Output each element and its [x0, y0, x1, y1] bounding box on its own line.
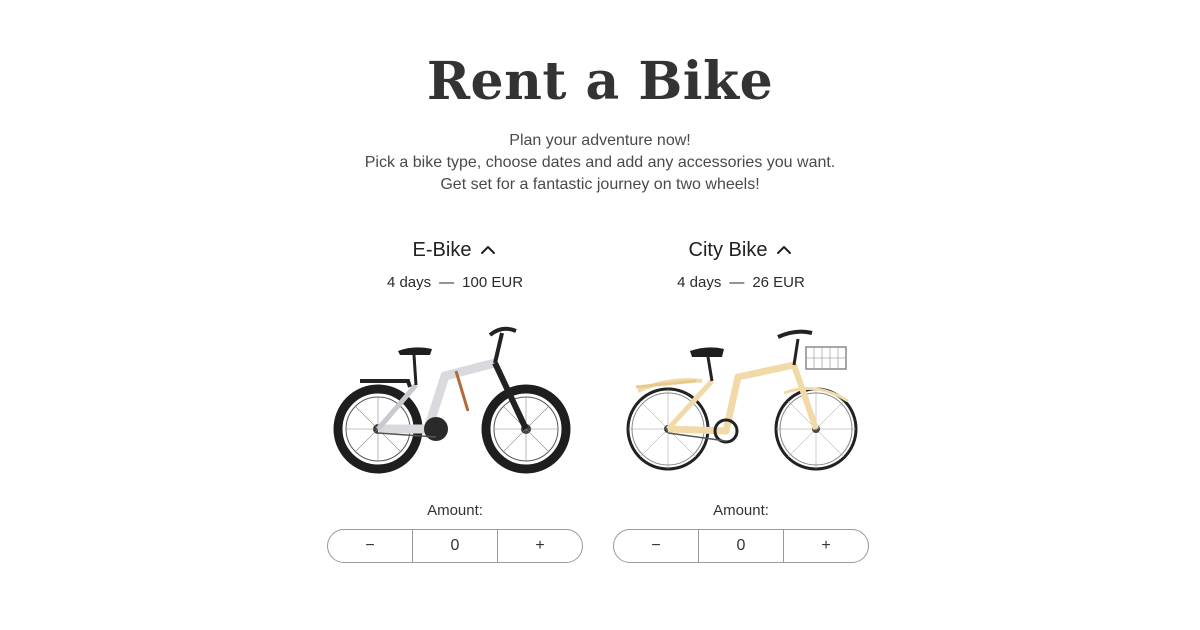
city-bike-toggle[interactable]: City Bike [611, 235, 871, 265]
quantity-stepper: − 0 + [327, 529, 583, 563]
ebike-image [333, 326, 571, 474]
bike-name: E-Bike [412, 238, 472, 261]
rental-price: 4 days — 26 EUR [611, 273, 871, 293]
amount-label: Amount: [713, 502, 769, 519]
city-bike-image [626, 329, 858, 471]
rental-duration: 4 days [677, 274, 722, 291]
intro-text: Plan your adventure now! Pick a bike typ… [0, 130, 1200, 196]
price-separator: — [439, 274, 455, 291]
rent-a-bike-page: Rent a Bike Plan your adventure now! Pic… [0, 0, 1200, 630]
bike-card-ebike: E-Bike 4 days — 100 EUR Amount: − 0 + [325, 235, 585, 563]
decrease-button[interactable]: − [614, 530, 699, 562]
ebike-toggle[interactable]: E-Bike [325, 235, 585, 265]
quantity-stepper: − 0 + [613, 529, 869, 563]
amount-label: Amount: [427, 502, 483, 519]
chevron-up-icon [481, 246, 496, 254]
increase-button[interactable]: + [497, 530, 582, 562]
decrease-button[interactable]: − [328, 530, 413, 562]
intro-line: Pick a bike type, choose dates and add a… [364, 154, 836, 171]
quantity-value[interactable]: 0 [413, 530, 497, 562]
page-title: Rent a Bike [426, 51, 774, 112]
chevron-up-icon [777, 246, 792, 254]
increase-button[interactable]: + [783, 530, 868, 562]
price-separator: — [729, 274, 745, 291]
rental-cost: 100 EUR [462, 274, 524, 291]
intro-line: Plan your adventure now! [509, 132, 691, 149]
bike-name: City Bike [688, 238, 768, 261]
rental-duration: 4 days [386, 274, 432, 291]
rental-price: 4 days — 100 EUR [325, 273, 585, 293]
intro-line: Get set for a fantastic journey on two w… [440, 176, 760, 193]
bike-card-city: City Bike 4 days — 26 EUR Amount: − 0 + [611, 235, 871, 563]
rental-cost: 26 EUR [752, 274, 805, 291]
quantity-value[interactable]: 0 [699, 530, 783, 562]
